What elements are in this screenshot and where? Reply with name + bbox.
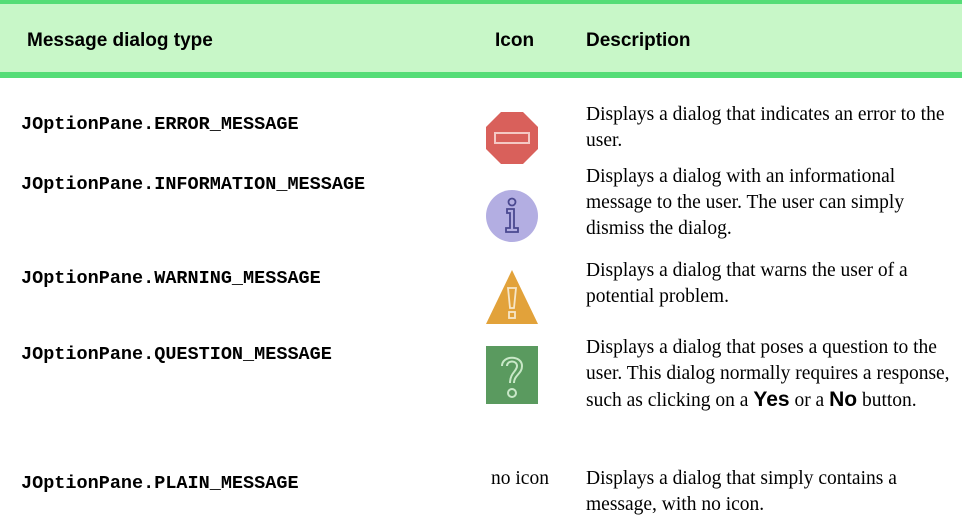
question-icon <box>486 346 538 404</box>
table-header: Message dialog type Icon Description <box>0 0 962 78</box>
column-header-description: Description <box>586 30 691 51</box>
no-icon-label: no icon <box>491 468 549 489</box>
type-warning: JOptionPane.WARNING_MESSAGE <box>21 268 321 289</box>
type-plain: JOptionPane.PLAIN_MESSAGE <box>21 473 299 494</box>
type-information: JOptionPane.INFORMATION_MESSAGE <box>21 174 366 195</box>
information-icon <box>486 190 538 242</box>
description-question: Displays a dialog that poses a question … <box>586 335 962 414</box>
no-button-label: No <box>829 388 858 411</box>
type-question: JOptionPane.QUESTION_MESSAGE <box>21 344 332 365</box>
description-information: Displays a dialog with an informational … <box>586 166 905 239</box>
type-error: JOptionPane.ERROR_MESSAGE <box>21 114 299 135</box>
warning-icon <box>486 270 538 324</box>
column-header-type: Message dialog type <box>27 30 213 51</box>
description-warning: Displays a dialog that warns the user of… <box>586 260 908 307</box>
description-plain: Displays a dialog that simply contains a… <box>586 468 897 515</box>
error-stop-icon <box>486 112 538 164</box>
description-question-or: or a <box>794 390 825 411</box>
description-question-end: button. <box>861 390 917 411</box>
yes-button-label: Yes <box>753 388 790 411</box>
column-header-icon: Icon <box>495 30 535 51</box>
description-error: Displays a dialog that indicates an erro… <box>586 104 945 151</box>
